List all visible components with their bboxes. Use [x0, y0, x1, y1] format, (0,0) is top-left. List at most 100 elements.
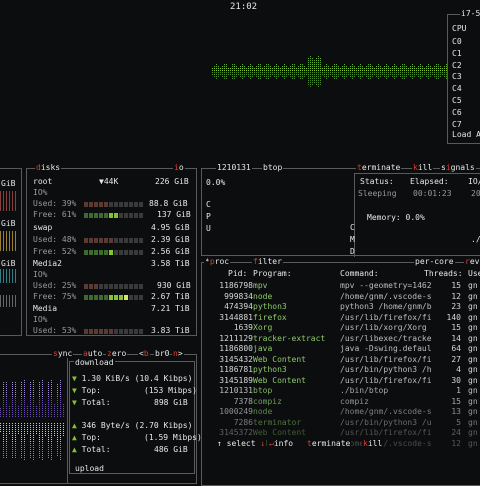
net-graph-dot	[24, 429, 25, 430]
cpu-graph-dot	[306, 70, 307, 71]
net-graph-dot	[3, 410, 4, 411]
process-row[interactable]: 1210131 btop ./bin/btop 1 gn	[202, 387, 480, 398]
net-graph-dot	[51, 408, 52, 409]
col-program[interactable]: Program:	[253, 270, 292, 278]
net-graph-dot	[57, 390, 58, 391]
net-graph-dot	[30, 451, 31, 452]
cpu-graph-dot	[212, 74, 213, 75]
cpu-graph-dot	[332, 68, 333, 69]
process-row[interactable]: 474394 python3 python3 /home/gnm/b 23 gn	[202, 303, 480, 314]
cpu-graph-dot	[430, 76, 431, 77]
net-graph-dot	[12, 457, 13, 458]
cpu-graph-dot	[302, 76, 303, 77]
process-row[interactable]: 1000249 node/home/gnm/.vscode-s 13 gn	[202, 408, 480, 419]
cpu-graph-dot	[250, 74, 251, 75]
info-button[interactable]: ↵info	[268, 440, 295, 448]
process-row[interactable]: 1639 Xorg/usr/lib/xorg/Xorg 15 gn	[202, 324, 480, 335]
process-row[interactable]: 3145372 Web Content/usr/lib/firefox/fi 24 g…	[202, 429, 480, 440]
net-graph-dot	[9, 427, 10, 428]
kill-button[interactable]: kill	[412, 164, 434, 172]
net-graph-dot	[9, 408, 10, 409]
cpu-graph-dot	[324, 68, 325, 69]
proc-filter[interactable]: filter	[252, 258, 283, 266]
cpu-graph-dot	[440, 68, 441, 69]
cpu-graph-dot	[326, 78, 327, 79]
process-row[interactable]: 1186781 python3/usr/bin/python3 /h 4 gn	[202, 366, 480, 377]
cpu-graph-dot	[278, 66, 279, 67]
cpu-graph-dot	[438, 74, 439, 75]
cpu-graph-dot	[350, 74, 351, 75]
net-graph-dot	[51, 388, 52, 389]
net-iface-prev[interactable]: <b	[138, 350, 150, 358]
cpu-graph-dot	[444, 70, 445, 71]
net-auto-toggle[interactable]: auto	[82, 350, 104, 358]
cpu-graph-dot	[352, 74, 353, 75]
col-pid[interactable]: Pid:	[228, 270, 247, 278]
signals-button[interactable]: signals	[440, 164, 476, 172]
cpu-graph-dot	[368, 72, 369, 73]
net-graph-dot	[39, 406, 40, 407]
net-zero-toggle[interactable]: zero	[106, 350, 128, 358]
cpu-graph-dot	[336, 66, 337, 67]
disks-io-toggle[interactable]: io	[173, 164, 185, 172]
net-graph-dot	[12, 439, 13, 440]
net-graph-dot	[36, 410, 37, 411]
cpu-graph-dot	[252, 72, 253, 73]
terminate-button[interactable]: terminate	[356, 164, 402, 172]
net-graph-dot	[6, 429, 7, 430]
mem-graph-1	[0, 191, 18, 211]
cpu-graph-dot	[304, 66, 305, 67]
select-control[interactable]: ↑ select ↓	[216, 440, 267, 448]
net-iface-next[interactable]: n>	[172, 350, 184, 358]
cpu-graph-dot	[248, 66, 249, 67]
cpu-graph-dot	[238, 74, 239, 75]
kill-footer-button[interactable]: kill	[362, 440, 384, 448]
cpu-graph-dot	[294, 72, 295, 73]
cpu-graph-dot	[246, 74, 247, 75]
net-graph-dot	[18, 425, 19, 426]
process-program: mpv	[253, 281, 268, 290]
net-graph-dot	[48, 449, 49, 450]
disk-root-used-meter	[84, 202, 143, 207]
cpu-graph-dot	[220, 74, 221, 75]
net-graph-dot	[3, 388, 4, 389]
net-graph-dot	[21, 394, 22, 395]
process-row[interactable]: 1186798 mpv mpv --geometry=1462 15 gn	[202, 282, 480, 293]
process-threads: 24	[451, 428, 461, 437]
cpu-graph-dot	[382, 74, 383, 75]
cpu-graph-dot	[442, 74, 443, 75]
cpu-graph-dot	[396, 66, 397, 67]
cpu-graph-dot	[302, 74, 303, 75]
col-threads[interactable]: Threads:	[424, 270, 463, 278]
cpu-graph-dot	[424, 74, 425, 75]
net-graph-dot	[15, 398, 16, 399]
col-user[interactable]: Use	[468, 270, 480, 278]
net-graph-dot	[57, 439, 58, 440]
net-sync-toggle[interactable]: sync	[52, 350, 74, 358]
cpu-graph-dot	[252, 74, 253, 75]
net-graph-dot	[30, 429, 31, 430]
process-row[interactable]: 1186800 java java -Dswing.defaul 64 gn	[202, 345, 480, 356]
cpu-graph-dot	[434, 72, 435, 73]
process-threads: 15	[451, 323, 461, 332]
terminate-footer-button[interactable]: terminate	[306, 440, 352, 448]
col-command[interactable]: Command:	[340, 270, 379, 278]
cpu-graph-dot	[340, 74, 341, 75]
cpu-graph-dot	[260, 70, 261, 71]
net-graph-dot	[21, 429, 22, 430]
cpu-graph-dot	[308, 72, 309, 73]
cpu-graph-dot	[280, 72, 281, 73]
net-graph-dot	[42, 425, 43, 426]
proc-title[interactable]: ⁴proc	[204, 258, 231, 266]
per-core-toggle[interactable]: per-core	[414, 258, 455, 266]
net-graph-dot	[33, 423, 34, 424]
disk-media2-name: Media2	[33, 259, 62, 268]
cpu-graph-dot	[276, 66, 277, 67]
cpu-graph-dot	[226, 74, 227, 75]
cpu-graph-dot	[240, 76, 241, 77]
net-graph-dot	[6, 386, 7, 387]
net-graph-dot	[21, 423, 22, 424]
disks-title[interactable]: ddisksisks	[35, 164, 62, 172]
cpu-graph-dot	[402, 70, 403, 71]
reverse-toggle[interactable]: rev	[464, 258, 480, 266]
